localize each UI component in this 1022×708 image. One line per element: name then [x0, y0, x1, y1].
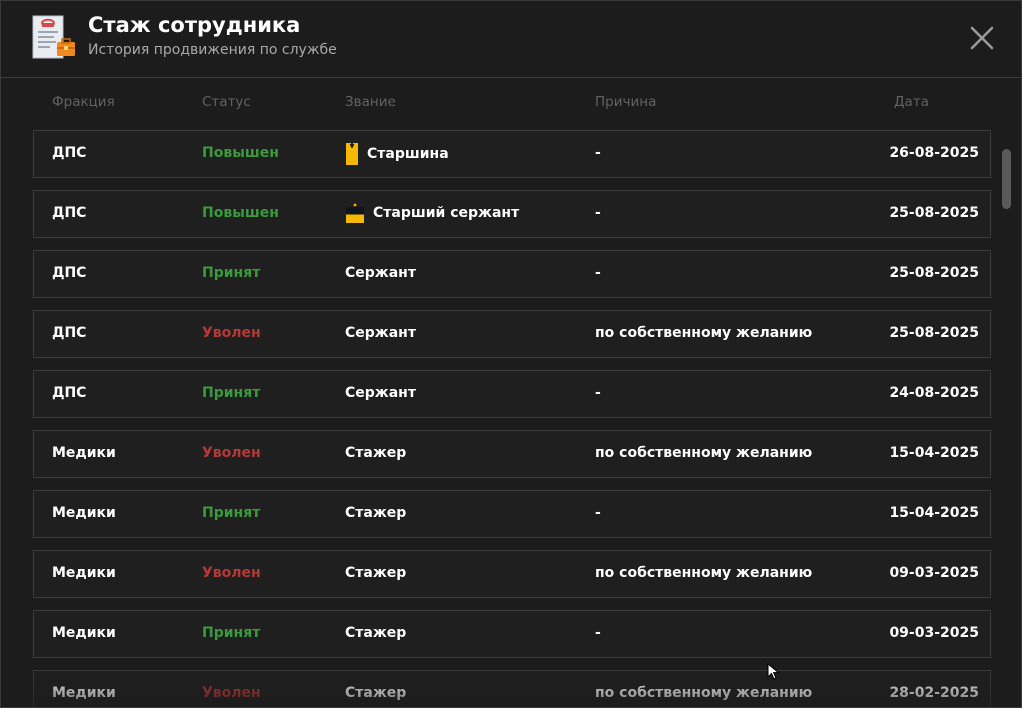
row-date: 15-04-2025 [889, 445, 979, 461]
row-faction: Медики [52, 505, 116, 521]
row-rank: Стажер [345, 685, 406, 701]
window-title: Стаж сотрудника [88, 13, 301, 37]
row-reason: - [595, 505, 601, 521]
row-date: 24-08-2025 [889, 385, 979, 401]
window-subtitle: История продвижения по службе [88, 42, 337, 58]
row-status: Повышен [202, 205, 279, 221]
document-briefcase-icon [32, 15, 75, 59]
row-faction: ДПС [52, 265, 87, 281]
row-date: 25-08-2025 [889, 265, 979, 281]
row-rank-label: Сержант [345, 385, 416, 401]
table-row[interactable]: ДПС Повышен Старшина - 26-08-2025 [33, 130, 991, 178]
row-status: Принят [202, 265, 261, 281]
row-status: Уволен [202, 325, 261, 341]
row-rank-label: Стажер [345, 565, 407, 581]
row-faction: Медики [52, 685, 116, 701]
row-rank: Стажер [345, 625, 406, 641]
row-faction: ДПС [52, 325, 87, 341]
row-reason: по собственному желанию [595, 565, 813, 581]
row-rank: Сержант [345, 265, 416, 281]
table-row[interactable]: Медики Уволен Стажер по собственному желани… [33, 670, 991, 707]
table-row[interactable]: ДПС Принят Сержант - 25-08-2025 [33, 250, 991, 298]
row-reason: по собственному желанию [595, 325, 813, 341]
row-date: 15-04-2025 [889, 505, 979, 521]
starshina-badge-icon [346, 143, 358, 165]
row-status: Уволен [202, 565, 261, 581]
employee-service-window: Стаж сотрудника История продвижения по с… [0, 0, 1022, 708]
row-faction: ДПС [52, 145, 87, 161]
row-reason: по собственному желанию [595, 445, 813, 461]
table-row[interactable]: ДПС Уволен Сержант по собственному желанию 2… [33, 310, 991, 358]
column-status: Статус [202, 94, 251, 110]
table-row[interactable]: ДПС Принят Сержант - 24-08-2025 [33, 370, 991, 418]
row-rank: Стажер [345, 565, 406, 581]
row-reason: по собственному желанию [595, 685, 813, 701]
column-rank: Звание [345, 94, 396, 110]
row-rank: Стажер [345, 505, 406, 521]
column-faction: Фракция [52, 94, 115, 110]
row-faction: Медики [52, 625, 116, 641]
row-status: Уволен [202, 685, 261, 701]
row-date: 26-08-2025 [889, 145, 979, 161]
row-rank-label: Стажер [345, 625, 407, 641]
row-status: Уволен [202, 445, 261, 461]
row-faction: Медики [52, 445, 116, 461]
row-date: 28-02-2025 [889, 685, 979, 701]
row-rank-label: Старший сержант [373, 205, 520, 221]
row-date: 09-03-2025 [889, 565, 979, 581]
senior-sergeant-badge-icon [346, 203, 364, 223]
row-reason: - [595, 625, 601, 641]
row-date: 25-08-2025 [889, 205, 979, 221]
close-icon[interactable] [967, 23, 997, 53]
row-date: 09-03-2025 [889, 625, 979, 641]
row-faction: ДПС [52, 385, 87, 401]
row-faction: ДПС [52, 205, 87, 221]
scrollbar-thumb[interactable] [1002, 149, 1011, 209]
row-rank: Стажер [345, 445, 406, 461]
row-rank-label: Стажер [345, 505, 407, 521]
table-row[interactable]: Медики Уволен Стажер по собственному желани… [33, 550, 991, 598]
row-rank-label: Сержант [345, 325, 416, 341]
column-reason: Причина [595, 94, 657, 110]
row-faction: Медики [52, 565, 116, 581]
row-reason: - [595, 145, 601, 161]
table-row[interactable]: Медики Уволен Стажер по собственному желани… [33, 430, 991, 478]
table-row[interactable]: ДПС Повышен Старший сержант - 25-08-2025 [33, 190, 991, 238]
row-rank: Старшина [345, 142, 449, 166]
table-row[interactable]: Медики Принят Стажер - 09-03-2025 [33, 610, 991, 658]
row-status: Принят [202, 385, 261, 401]
column-date: Дата [894, 94, 929, 110]
row-rank: Сержант [345, 385, 416, 401]
history-list: ДПС Повышен Старшина - 26-08-2025 ДПС Повышен С… [33, 130, 991, 707]
table-header: Фракция Статус Звание Причина Дата [1, 94, 1001, 114]
row-rank-label: Старшина [367, 146, 449, 162]
table-row[interactable]: Медики Принят Стажер - 15-04-2025 [33, 490, 991, 538]
row-rank-label: Сержант [345, 265, 416, 281]
row-reason: - [595, 385, 601, 401]
row-rank: Старший сержант [345, 202, 519, 224]
row-rank: Сержант [345, 325, 416, 341]
row-date: 25-08-2025 [889, 325, 979, 341]
row-rank-label: Стажер [345, 445, 407, 461]
row-reason: - [595, 205, 601, 221]
row-status: Принят [202, 505, 261, 521]
window-header: Стаж сотрудника История продвижения по с… [1, 1, 1021, 78]
row-reason: - [595, 265, 601, 281]
mouse-cursor-icon [767, 663, 780, 680]
row-status: Принят [202, 625, 261, 641]
row-status: Повышен [202, 145, 279, 161]
row-rank-label: Стажер [345, 685, 407, 701]
